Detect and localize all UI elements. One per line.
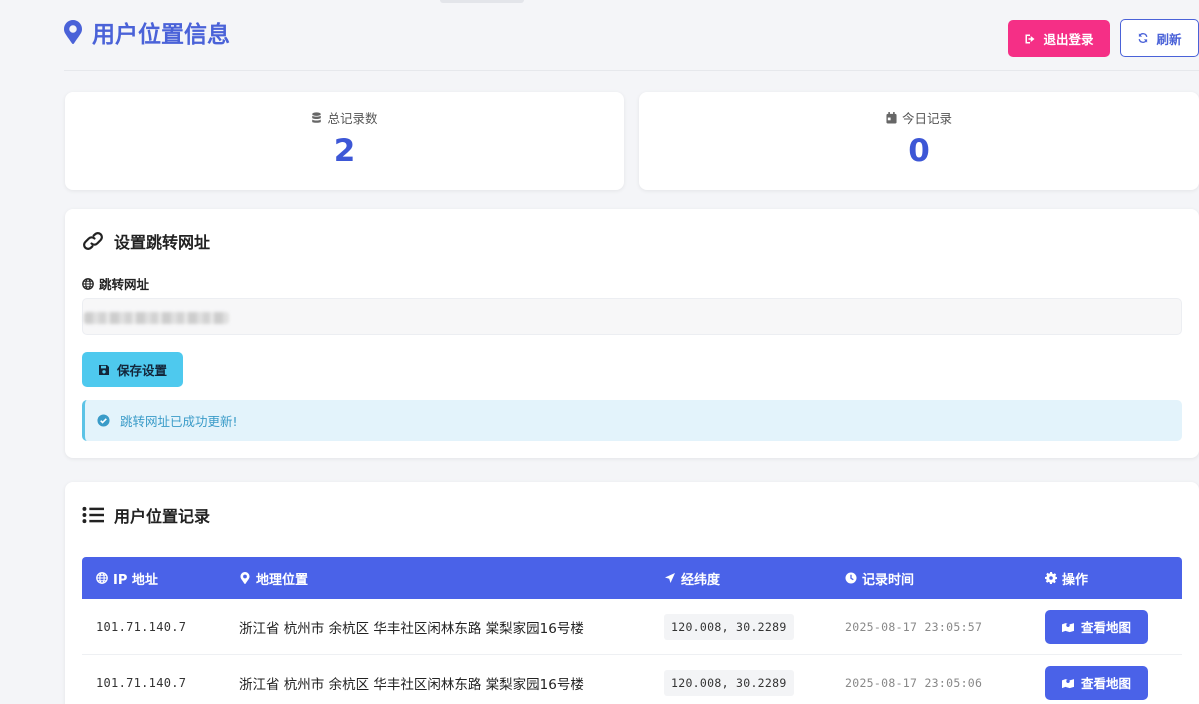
page-title-text: 用户位置信息 xyxy=(92,22,230,48)
database-icon xyxy=(312,111,322,123)
page-header: 用户位置信息 退出登录 刷新 xyxy=(64,0,1199,71)
column-header-time-text: 记录时间 xyxy=(862,572,915,588)
cell-time: 2025-08-17 23:05:06 xyxy=(845,675,983,690)
gear-icon xyxy=(1045,572,1057,584)
save-settings-label: 保存设置 xyxy=(116,363,167,378)
view-map-label: 查看地图 xyxy=(1080,676,1131,691)
check-circle-icon xyxy=(97,414,110,427)
logout-label: 退出登录 xyxy=(1043,32,1094,47)
records-table: IP 地址 地理位置 经纬度 记录时间 操作 101.71.140.7 浙江省 … xyxy=(82,557,1182,704)
table-row: 101.71.140.7 浙江省 杭州市 余杭区 华丰社区闲林东路 棠梨家园16… xyxy=(82,599,1182,655)
cell-time: 2025-08-17 23:05:57 xyxy=(845,619,983,634)
success-alert-text: 跳转网址已成功更新! xyxy=(120,414,238,429)
today-records-card: 今日记录 0 xyxy=(639,92,1199,190)
redirect-section-title: 设置跳转网址 xyxy=(82,229,210,253)
globe-icon xyxy=(82,277,94,290)
column-header-time: 记录时间 xyxy=(845,569,914,588)
map-marker-icon xyxy=(240,572,250,584)
total-records-label-text: 总记录数 xyxy=(327,111,378,126)
cell-coords: 120.008, 30.2289 xyxy=(664,669,794,696)
table-row: 101.71.140.7 浙江省 杭州市 余杭区 华丰社区闲林东路 棠梨家园16… xyxy=(82,655,1182,704)
sign-out-icon xyxy=(1025,34,1035,43)
cell-coords: 120.008, 30.2289 xyxy=(664,613,794,640)
today-records-label-text: 今日记录 xyxy=(901,111,952,126)
save-icon xyxy=(98,364,109,375)
total-records-label: 总记录数 xyxy=(65,108,624,127)
redirect-url-label: 跳转网址 xyxy=(82,274,149,293)
redirect-url-label-text: 跳转网址 xyxy=(99,277,150,292)
cell-location: 浙江省 杭州市 余杭区 华丰社区闲林东路 棠梨家园16号楼 xyxy=(239,620,584,637)
map-icon xyxy=(1061,678,1074,688)
logout-button[interactable]: 退出登录 xyxy=(1008,20,1110,57)
column-header-location-text: 地理位置 xyxy=(256,572,309,588)
column-header-action-text: 操作 xyxy=(1062,572,1089,588)
column-header-action: 操作 xyxy=(1045,569,1088,588)
column-header-location: 地理位置 xyxy=(239,569,308,588)
column-header-ip-text: IP 地址 xyxy=(113,572,158,588)
view-map-button[interactable]: 查看地图 xyxy=(1045,665,1148,700)
records-section-title: 用户位置记录 xyxy=(82,503,210,527)
map-icon xyxy=(1061,622,1074,632)
list-icon xyxy=(82,506,104,524)
redirect-section-title-text: 设置跳转网址 xyxy=(114,233,211,252)
location-records-card: 用户位置记录 IP 地址 地理位置 经纬度 记录时间 操作 101.71.140… xyxy=(65,482,1199,704)
table-header: IP 地址 地理位置 经纬度 记录时间 操作 xyxy=(82,557,1182,599)
success-alert: 跳转网址已成功更新! xyxy=(82,400,1182,441)
redacted-url-mask xyxy=(84,312,229,324)
cell-ip: 101.71.140.7 xyxy=(96,619,187,634)
view-map-label: 查看地图 xyxy=(1080,620,1131,635)
refresh-label: 刷新 xyxy=(1156,31,1182,47)
column-header-coords: 经纬度 xyxy=(664,569,720,588)
total-records-value: 2 xyxy=(333,133,356,169)
save-settings-button[interactable]: 保存设置 xyxy=(82,352,183,387)
records-section-title-text: 用户位置记录 xyxy=(114,507,211,526)
today-records-value: 0 xyxy=(908,133,930,169)
calendar-icon xyxy=(886,111,897,123)
link-icon xyxy=(83,232,103,250)
clock-icon xyxy=(845,572,857,584)
cell-location: 浙江省 杭州市 余杭区 华丰社区闲林东路 棠梨家园16号楼 xyxy=(239,676,584,693)
location-arrow-icon xyxy=(665,573,675,583)
column-header-coords-text: 经纬度 xyxy=(681,572,721,588)
today-records-label: 今日记录 xyxy=(639,108,1199,127)
map-marker-icon xyxy=(64,20,82,44)
sync-icon xyxy=(1139,33,1148,43)
redirect-settings-card: 设置跳转网址 跳转网址 保存设置 跳转网址已成功更新! xyxy=(65,209,1199,458)
total-records-card: 总记录数 2 xyxy=(65,92,624,190)
page-title: 用户位置信息 xyxy=(64,17,230,48)
redirect-url-input[interactable] xyxy=(82,298,1182,335)
cell-ip: 101.71.140.7 xyxy=(96,675,187,690)
globe-icon xyxy=(96,572,108,584)
view-map-button[interactable]: 查看地图 xyxy=(1045,609,1148,644)
refresh-button[interactable]: 刷新 xyxy=(1120,19,1199,57)
column-header-ip: IP 地址 xyxy=(96,569,158,588)
